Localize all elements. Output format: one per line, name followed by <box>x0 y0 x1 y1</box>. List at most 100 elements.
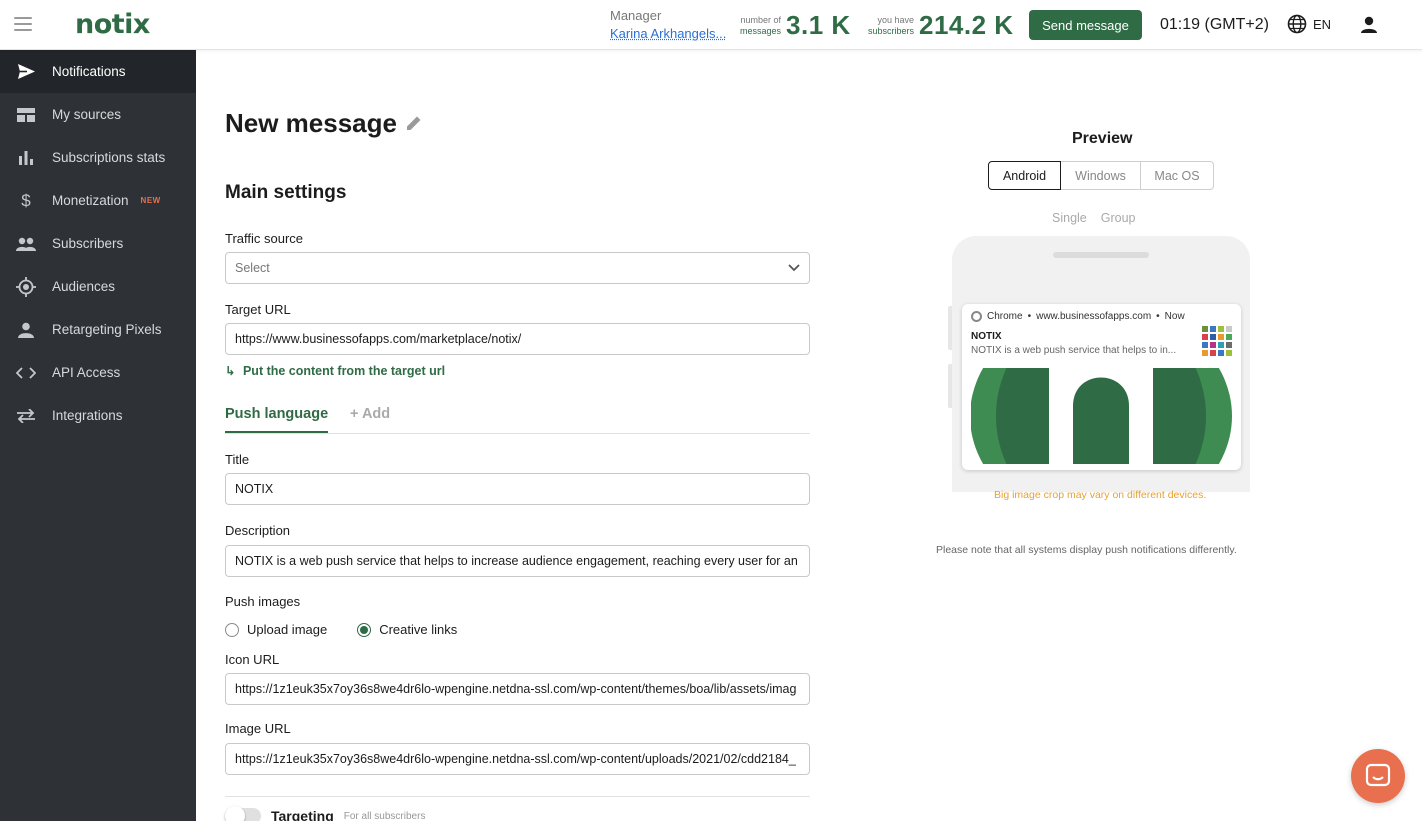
targeting-label: Targeting <box>271 808 334 821</box>
notification-time: Now <box>1164 311 1185 322</box>
platform-android[interactable]: Android <box>988 161 1061 190</box>
radio-indicator <box>225 622 239 637</box>
add-language-button[interactable]: + Add <box>350 406 390 431</box>
preview-title: Preview <box>1072 130 1133 147</box>
traffic-source-placeholder: Select <box>235 261 270 275</box>
preview-mode-tabs: Single Group <box>1052 211 1150 225</box>
subscribers-caption-1: you have <box>877 14 915 25</box>
messages-count: 3.1 K <box>786 10 851 40</box>
put-content-link[interactable]: ↳ Put the content from the target url <box>225 363 445 378</box>
targeting-sub: For all subscribers <box>343 810 426 821</box>
mode-single[interactable]: Single <box>1052 211 1087 225</box>
creative-links-radio[interactable]: Creative links <box>357 622 457 637</box>
description-label: Description <box>225 523 291 538</box>
sidebar-item-label: Audiences <box>52 279 116 294</box>
title-input[interactable]: NOTIX <box>225 473 810 505</box>
sidebar-item-label: My sources <box>52 107 122 122</box>
traffic-source-label: Traffic source <box>225 231 304 246</box>
target-url-input[interactable]: https://www.businessofapps.com/marketpla… <box>225 323 810 355</box>
upload-image-radio[interactable]: Upload image <box>225 622 327 637</box>
sidebar: Notifications My sources Subscriptions s… <box>0 50 196 821</box>
notification-preview: Chrome • www.businessofapps.com • Now NO… <box>962 304 1241 470</box>
platform-macos[interactable]: Mac OS <box>1140 161 1214 190</box>
target-icon <box>16 276 36 297</box>
notification-domain: www.businessofapps.com <box>1036 311 1152 322</box>
platform-windows[interactable]: Windows <box>1060 161 1141 190</box>
sidebar-item-api-access[interactable]: API Access <box>0 351 196 394</box>
manager-info: Manager Karina Arkhangels... <box>610 8 728 41</box>
logo[interactable]: notix <box>75 9 150 40</box>
chevron-down-icon <box>788 264 800 272</box>
new-badge: NEW <box>140 196 161 205</box>
targeting-toggle[interactable] <box>225 806 261 821</box>
chat-icon <box>1365 763 1391 787</box>
image-url-label: Image URL <box>225 721 291 736</box>
notification-title: NOTIX <box>971 331 1002 342</box>
globe-icon <box>1287 14 1307 34</box>
main-content: New message Main settings Traffic source… <box>196 50 1422 821</box>
messages-caption-2: messages <box>740 25 782 36</box>
phone-side-button <box>948 364 952 408</box>
sidebar-item-notifications[interactable]: Notifications <box>0 50 196 93</box>
phone-side-button <box>948 306 952 350</box>
divider <box>225 796 810 797</box>
icon-url-label: Icon URL <box>225 652 280 667</box>
edit-pencil-icon[interactable] <box>405 108 423 139</box>
subscribers-count: 214.2 K <box>919 10 1014 40</box>
sidebar-item-label: Monetization <box>52 193 129 208</box>
creative-links-label: Creative links <box>379 622 458 637</box>
swap-icon <box>16 406 36 426</box>
radio-indicator-selected <box>357 622 372 637</box>
sidebar-item-my-sources[interactable]: My sources <box>0 93 196 136</box>
language-label: EN <box>1313 16 1332 32</box>
sidebar-item-label: Retargeting Pixels <box>52 322 162 337</box>
push-language-tabs: Push language + Add <box>225 400 810 434</box>
sidebar-item-label: Subscriptions stats <box>52 150 166 165</box>
targeting-row: Targeting For all subscribers <box>225 806 426 821</box>
sidebar-item-retargeting-pixels[interactable]: Retargeting Pixels <box>0 308 196 351</box>
manager-label: Manager <box>610 8 662 23</box>
page-title: New message <box>225 108 423 139</box>
target-url-label: Target URL <box>225 302 291 317</box>
sidebar-item-label: API Access <box>52 365 121 380</box>
sidebar-item-monetization[interactable]: $ Monetization NEW <box>0 179 196 222</box>
sidebar-item-integrations[interactable]: Integrations <box>0 394 196 437</box>
chrome-icon <box>971 311 982 322</box>
subscribers-stat: you have subscribers 214.2 K <box>868 10 1014 41</box>
description-input[interactable]: NOTIX is a web push service that helps t… <box>225 545 810 577</box>
tab-push-language[interactable]: Push language <box>225 406 329 433</box>
return-arrow-icon: ↳ <box>225 364 236 378</box>
push-images-radio-group: Upload image Creative links <box>225 622 487 637</box>
icon-url-input[interactable]: https://1z1euk35x7oy36s8we4dr6lo-wpengin… <box>225 673 810 705</box>
chat-widget-button[interactable] <box>1351 749 1405 803</box>
phone-speaker <box>1053 252 1149 258</box>
sidebar-item-label: Notifications <box>52 64 126 79</box>
notification-meta: Chrome • www.businessofapps.com • Now <box>971 311 1185 322</box>
code-icon <box>16 363 36 383</box>
person-icon <box>16 320 36 340</box>
notification-browser: Chrome <box>987 311 1023 322</box>
manager-name-link[interactable]: Karina Arkhangels... <box>610 26 728 41</box>
bar-chart-icon <box>16 148 36 168</box>
language-switcher[interactable]: EN <box>1287 14 1331 34</box>
title-label: Title <box>225 452 250 467</box>
send-message-button[interactable]: Send message <box>1029 10 1142 40</box>
sidebar-item-subscriptions-stats[interactable]: Subscriptions stats <box>0 136 196 179</box>
image-url-input[interactable]: https://1z1euk35x7oy36s8we4dr6lo-wpengin… <box>225 743 810 775</box>
people-icon <box>16 234 36 254</box>
messages-stat: number of messages 3.1 K <box>740 10 851 41</box>
messages-caption-1: number of <box>740 14 782 25</box>
upload-image-label: Upload image <box>247 622 328 637</box>
sidebar-item-label: Subscribers <box>52 236 124 251</box>
sidebar-item-subscribers[interactable]: Subscribers <box>0 222 196 265</box>
mode-group[interactable]: Group <box>1101 211 1136 225</box>
crop-warning: Big image crop may vary on different dev… <box>994 489 1207 501</box>
traffic-source-select[interactable]: Select <box>225 252 810 284</box>
sidebar-item-audiences[interactable]: Audiences <box>0 265 196 308</box>
send-icon <box>16 62 36 82</box>
user-icon[interactable] <box>1359 15 1379 40</box>
notification-description: NOTIX is a web push service that helps t… <box>971 345 1177 356</box>
notification-icon <box>1202 326 1232 361</box>
menu-icon[interactable] <box>14 17 32 31</box>
notification-image <box>971 368 1232 464</box>
